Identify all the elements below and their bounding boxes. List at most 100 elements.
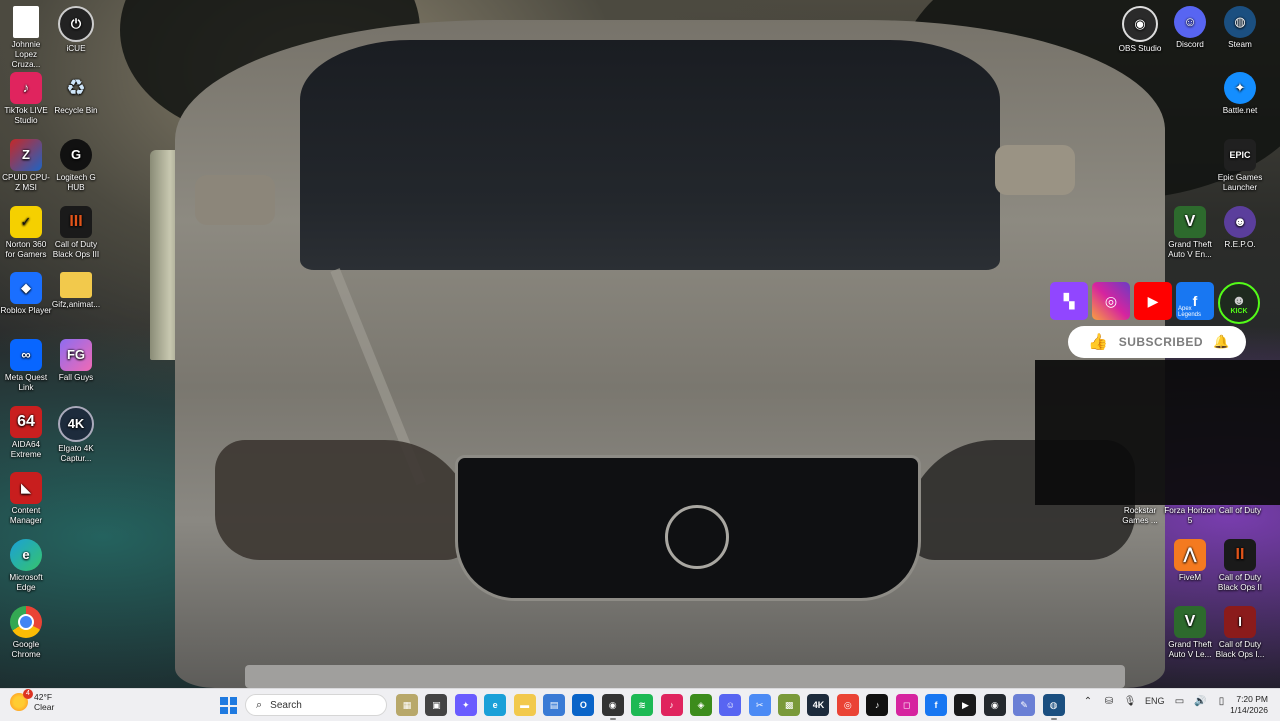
taskbar-discord-icon[interactable]: ☺ xyxy=(719,694,742,716)
desktop-icon-cpuz[interactable]: Z CPUID CPU-Z MSI xyxy=(0,135,52,193)
desktop-icon-icue[interactable]: ⏻ iCUE xyxy=(50,2,102,54)
desktop-icon-label: TikTok LIVE Studio xyxy=(4,106,48,125)
desktop-icon-elgato[interactable]: 4K Elgato 4K Captur... xyxy=(50,402,102,464)
tiktok-live-icon: ♪ xyxy=(10,72,42,104)
desktop-icon-document[interactable]: Johnnie Lopez Cruza... xyxy=(0,2,52,70)
taskbar-app-glyph: ◉ xyxy=(990,699,999,710)
desktop-icon-meta-quest[interactable]: ∞ Meta Quest Link xyxy=(0,335,52,393)
roblox-icon: ◆ xyxy=(10,272,42,304)
epic-icon: EPIC xyxy=(1224,139,1256,171)
taskbar-obs-icon[interactable]: ◉ xyxy=(601,694,624,720)
icue-icon: ⏻ xyxy=(58,6,94,42)
search-icon: ⌕ xyxy=(256,698,263,711)
taskbar-outlook-icon[interactable]: O xyxy=(572,694,595,716)
desktop-icon-repo[interactable]: ☻ R.E.P.O. xyxy=(1214,202,1266,250)
desktop-icon-gifz-folder[interactable]: Gifz,animat... xyxy=(50,268,102,310)
language-indicator[interactable]: ENG xyxy=(1145,696,1165,706)
desktop-icon-content-manager[interactable]: ◣ Content Manager xyxy=(0,468,52,526)
weather-widget[interactable]: 4 42°F Clear xyxy=(10,689,54,712)
taskbar-chrome-icon[interactable]: ◎ xyxy=(836,694,859,716)
desktop-icon-gta-enhanced[interactable]: V Grand Theft Auto V En... xyxy=(1164,202,1216,260)
taskbar-clock[interactable]: 7:20 PM 1/14/2026 xyxy=(1222,694,1268,716)
taskbar-minecraft-icon[interactable]: ▩ xyxy=(778,694,801,716)
steam-icon: ◍ xyxy=(1224,6,1256,38)
desktop-icon-label: Content Manager xyxy=(9,506,43,525)
desktop-icon-label: Forza Horizon 5 xyxy=(1164,506,1216,525)
desktop-icon-recycle-bin[interactable]: ♻ Recycle Bin xyxy=(50,68,102,116)
desktop-icon-fall-guys[interactable]: FG Fall Guys xyxy=(50,335,102,383)
desktop-icon-label: Google Chrome xyxy=(11,640,41,659)
desktop-icon-label: Microsoft Edge xyxy=(9,573,43,592)
taskbar-steam-icon[interactable]: ◍ xyxy=(1042,694,1065,720)
network-activity-icon[interactable]: ⛁ xyxy=(1103,695,1115,707)
desktop-icon-epic[interactable]: EPIC Epic Games Launcher xyxy=(1214,135,1266,193)
desktop-icon-chrome[interactable]: Google Chrome xyxy=(0,602,52,660)
windows-logo-icon xyxy=(220,706,228,714)
wallpaper-car-mirror xyxy=(195,175,275,225)
desktop-icon-aida64[interactable]: 64 AIDA64 Extreme xyxy=(0,402,52,460)
volume-icon[interactable]: 🔊 xyxy=(1194,695,1206,707)
thumbs-up-icon: 👍 xyxy=(1088,334,1109,351)
desktop-icon-label: iCUE xyxy=(66,44,86,53)
desktop-icon-discord[interactable]: ☺ Discord xyxy=(1164,2,1216,50)
taskbar-file-explorer-icon[interactable]: ▬ xyxy=(513,694,536,716)
desktop-icon-label: Norton 360 for Gamers xyxy=(5,240,47,259)
taskbar-notepad-icon[interactable]: ✎ xyxy=(1013,694,1036,716)
desktop-icon-label: R.E.P.O. xyxy=(1224,240,1256,249)
taskbar-sandbox-icon[interactable]: ▦ xyxy=(396,694,418,716)
microphone-icon[interactable]: 🎙 xyxy=(1124,695,1137,707)
apex-label: Apex Legends xyxy=(1178,306,1202,318)
taskbar: 4 42°F Clear ⌕ Search ▦ ▣ ✦ e ▬ ▤ O ◉ ≋ ♪ ◈ ☺ ✂ ▩ 4K ◎ ♪… xyxy=(0,688,1280,721)
taskbar-app-glyph: ✎ xyxy=(1020,699,1028,710)
wallpaper-car-bumper xyxy=(245,665,1125,688)
taskbar-store-icon[interactable]: ▤ xyxy=(542,694,565,716)
taskbar-instagram-icon[interactable]: ◻ xyxy=(895,694,918,716)
desktop-icon-edge[interactable]: e Microsoft Edge xyxy=(0,535,52,593)
display-icon[interactable]: ▭ xyxy=(1174,695,1186,707)
taskbar-snipping-icon[interactable]: ✂ xyxy=(748,694,771,716)
discord-icon: ☺ xyxy=(1174,6,1206,38)
taskbar-tiktok-icon[interactable]: ♪ xyxy=(660,694,683,716)
desktop-icon-bo1[interactable]: I Call of Duty Black Ops I... xyxy=(1214,602,1266,660)
start-button[interactable] xyxy=(220,697,237,714)
taskbar-copilot-icon[interactable]: ✦ xyxy=(454,694,477,716)
desktop-icon-logitech[interactable]: G Logitech G HUB xyxy=(50,135,102,193)
desktop-icon-bo3[interactable]: III Call of Duty Black Ops III xyxy=(50,202,102,260)
taskbar-app-glyph: ☺ xyxy=(725,700,735,710)
desktop-icon-label: CPUID CPU-Z MSI xyxy=(2,173,50,192)
facebook-icon: f Apex Legends xyxy=(1176,282,1214,320)
desktop-icon-tiktok-live[interactable]: ♪ TikTok LIVE Studio xyxy=(0,68,52,126)
gta-icon: V xyxy=(1174,206,1206,238)
desktop-icon-obs[interactable]: ◉ OBS Studio xyxy=(1114,2,1166,54)
taskbar-tiktok2-icon[interactable]: ♪ xyxy=(866,694,889,716)
windows-logo-icon xyxy=(229,706,237,714)
taskbar-elgato-icon[interactable]: 4K xyxy=(807,694,830,716)
taskbar-app-glyph: ◉ xyxy=(608,699,617,710)
taskbar-facebook-icon[interactable]: f xyxy=(925,694,948,716)
taskbar-task-view-icon[interactable]: ▣ xyxy=(425,694,448,716)
desktop-icon-fivem[interactable]: ⋀ FiveM xyxy=(1164,535,1216,583)
taskbar-github-icon[interactable]: ◉ xyxy=(983,694,1006,716)
taskbar-search[interactable]: ⌕ Search xyxy=(245,694,387,716)
taskbar-app-glyph: ▬ xyxy=(520,700,530,710)
desktop-icon-label: Call of Duty Black Ops I... xyxy=(1215,640,1265,659)
clock-time: 7:20 PM xyxy=(1236,694,1268,704)
taskbar-app-glyph: ▶ xyxy=(961,699,969,710)
desktop-icon-label: OBS Studio xyxy=(1118,44,1162,53)
desktop-icon-label: Recycle Bin xyxy=(54,106,98,115)
taskbar-spotify-icon[interactable]: ≋ xyxy=(631,694,654,716)
desktop-icon-gta-legacy[interactable]: V Grand Theft Auto V Le... xyxy=(1164,602,1216,660)
edge-icon: e xyxy=(10,539,42,571)
desktop-icon-bo2[interactable]: II Call of Duty Black Ops II xyxy=(1214,535,1266,593)
desktop-icon-roblox[interactable]: ◆ Roblox Player xyxy=(0,268,52,316)
taskbar-edge-icon[interactable]: e xyxy=(484,694,507,716)
chevron-up-icon[interactable]: ⌃ xyxy=(1082,695,1094,707)
desktop-icon-battlenet[interactable]: ✦ Battle.net xyxy=(1214,68,1266,116)
taskbar-app-glyph: ≋ xyxy=(638,699,646,710)
taskbar-app-glyph: ✂ xyxy=(755,699,764,710)
taskbar-nvidia-icon[interactable]: ◈ xyxy=(689,694,712,716)
desktop-icon-norton[interactable]: ✓ Norton 360 for Gamers xyxy=(0,202,52,260)
taskbar-capcut-icon[interactable]: ▶ xyxy=(954,694,977,716)
desktop-icon-steam[interactable]: ◍ Steam xyxy=(1214,2,1266,50)
desktop-icon-label: Elgato 4K Captur... xyxy=(58,444,94,463)
